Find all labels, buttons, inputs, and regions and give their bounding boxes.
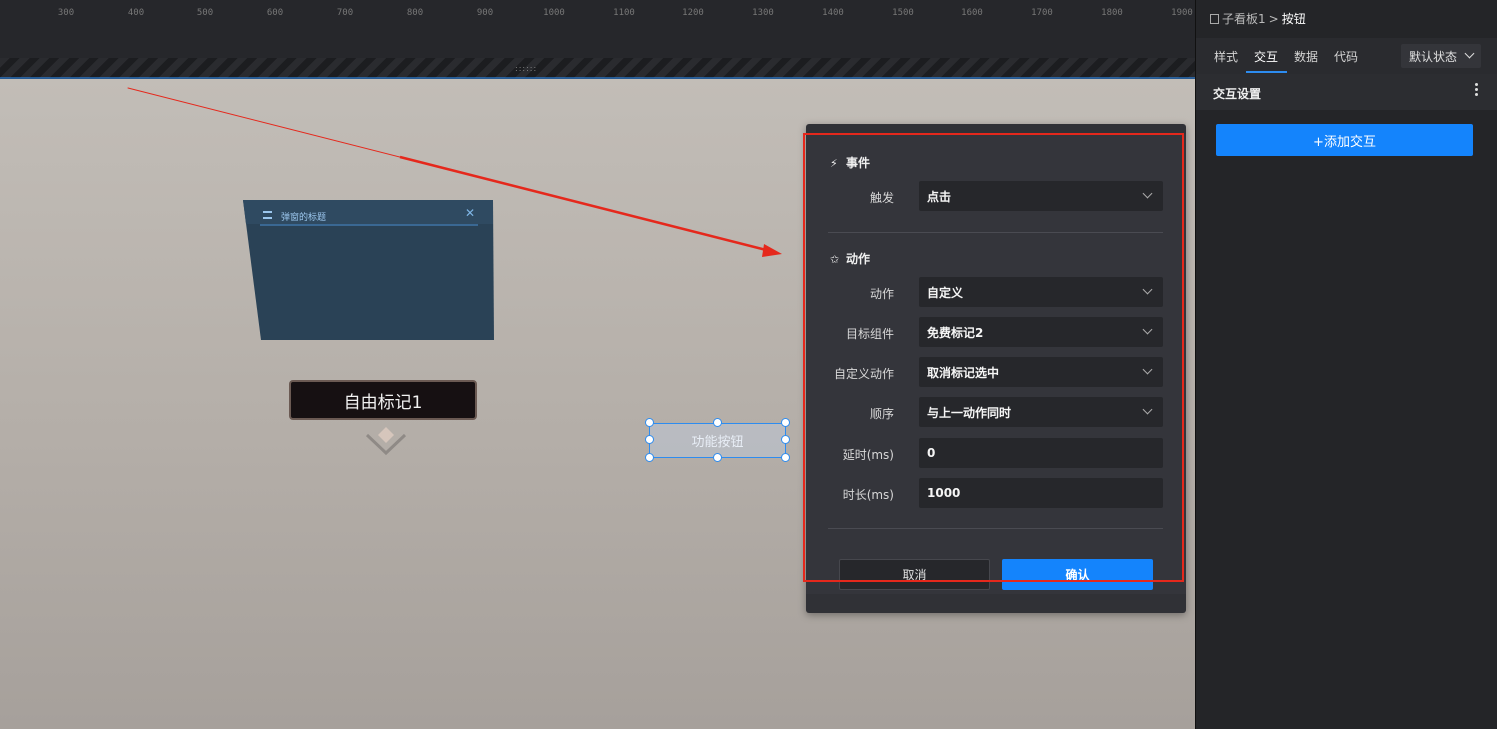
ruler-resize-handle[interactable]: :::::: [515, 65, 537, 73]
resize-handle[interactable] [781, 435, 790, 444]
breadcrumb-current: 按钮 [1281, 12, 1306, 26]
resize-handle[interactable] [645, 418, 654, 427]
action-select[interactable]: 自定义 [919, 277, 1163, 307]
cancel-button[interactable]: 取消 [839, 559, 990, 590]
ruler-tick: 1300 [752, 8, 774, 18]
resize-handle[interactable] [645, 435, 654, 444]
event-section-title: ⚡ 事件 [830, 154, 870, 171]
order-select[interactable]: 与上一动作同时 [919, 397, 1163, 427]
close-icon[interactable]: ✕ [465, 206, 475, 220]
interaction-settings-title: 交互设置 [1213, 87, 1262, 101]
target-value: 免费标记2 [927, 325, 984, 340]
trigger-select[interactable]: 点击 [919, 181, 1163, 211]
breadcrumb-separator: > [1268, 11, 1279, 26]
section-divider [828, 232, 1163, 233]
action-section-label: 动作 [846, 252, 871, 266]
action-section-title: ✩ 动作 [830, 250, 870, 267]
resize-handle[interactable] [645, 453, 654, 462]
chevron-down-icon [365, 427, 407, 456]
resize-handle[interactable] [713, 453, 722, 462]
canvas-ruler: 300 400 500 600 700 800 900 1000 1100 12… [0, 0, 1195, 79]
star-icon: ✩ [830, 253, 840, 266]
action-label: 动作 [869, 287, 894, 301]
active-tab-indicator [1246, 71, 1287, 73]
order-label: 顺序 [869, 407, 894, 421]
function-button-label: 功能按钮 [691, 435, 744, 450]
panel-tabs: 样式 交互 数据 代码 默认状态 [1196, 38, 1497, 74]
free-marker[interactable]: 自由标记1 [289, 380, 477, 420]
delay-input[interactable] [927, 446, 1147, 460]
ruler-stripes [0, 58, 1195, 78]
panel-widget[interactable]: 弹窗的标题 ✕ [243, 200, 495, 341]
duration-label: 时长(ms) [842, 488, 894, 502]
custom-action-label: 自定义动作 [833, 367, 894, 381]
ruler-tick: 600 [266, 8, 284, 18]
tab-code[interactable]: 代码 [1334, 48, 1358, 65]
custom-action-select[interactable]: 取消标记选中 [919, 357, 1163, 387]
ruler-tick: 1200 [682, 8, 704, 18]
chevron-down-icon [1142, 324, 1153, 335]
chevron-down-icon [1142, 364, 1153, 375]
resize-handle[interactable] [781, 418, 790, 427]
ruler-tick: 1800 [1101, 8, 1123, 18]
ruler-ticks: 300 400 500 600 700 800 900 1000 1100 12… [0, 0, 1195, 30]
ruler-tick: 700 [336, 8, 354, 18]
bolt-icon: ⚡ [830, 157, 838, 170]
tab-style[interactable]: 样式 [1214, 48, 1238, 65]
ruler-tick: 1500 [892, 8, 914, 18]
target-select[interactable]: 免费标记2 [919, 317, 1163, 347]
dialog-body: ⚡ 事件 触发 点击 ✩ 动作 动作 自定义 目标组件 免费标记2 自定义动作 取消… [806, 134, 1186, 594]
ruler-tick: 1900 [1171, 8, 1193, 18]
ruler-tick: 400 [127, 8, 145, 18]
ruler-tick: 1700 [1031, 8, 1053, 18]
ruler-tick: 1400 [822, 8, 844, 18]
breadcrumb: 子看板1 > 按钮 [1210, 10, 1306, 27]
action-value: 自定义 [927, 285, 964, 300]
target-label: 目标组件 [845, 327, 894, 341]
chevron-down-icon [1464, 48, 1475, 59]
state-select[interactable]: 默认状态 [1401, 44, 1481, 68]
duration-input[interactable] [927, 486, 1147, 500]
breadcrumb-parent[interactable]: 子看板1 [1222, 10, 1266, 27]
properties-panel: 子看板1 > 按钮 样式 交互 数据 代码 默认状态 交互设置 +添加交互 [1195, 0, 1497, 729]
more-icon[interactable] [1475, 83, 1479, 98]
panel-widget-title: 弹窗的标题 [281, 213, 327, 223]
ruler-tick: 300 [57, 8, 75, 18]
tab-data[interactable]: 数据 [1294, 48, 1318, 65]
ruler-tick: 1100 [613, 8, 635, 18]
resize-handle[interactable] [781, 453, 790, 462]
state-select-value: 默认状态 [1409, 49, 1458, 64]
ruler-tick: 1000 [543, 8, 565, 18]
interaction-settings-header: 交互设置 [1196, 74, 1497, 110]
list-icon [263, 211, 272, 219]
trigger-value: 点击 [927, 189, 952, 204]
event-section-label: 事件 [846, 156, 871, 170]
delay-label: 延时(ms) [842, 448, 894, 462]
chevron-down-icon [1142, 404, 1153, 415]
section-divider [828, 528, 1163, 529]
trigger-label: 触发 [869, 191, 894, 205]
board-icon [1210, 13, 1219, 24]
ruler-tick: 900 [476, 8, 494, 18]
duration-input-wrap [919, 478, 1163, 508]
ruler-tick: 800 [406, 8, 424, 18]
delay-input-wrap [919, 438, 1163, 468]
chevron-down-icon [1142, 188, 1153, 199]
tab-interaction[interactable]: 交互 [1254, 48, 1278, 65]
resize-handle[interactable] [713, 418, 722, 427]
ruler-tick: 1600 [961, 8, 983, 18]
add-interaction-button[interactable]: +添加交互 [1216, 124, 1473, 156]
chevron-down-icon [1142, 284, 1153, 295]
order-value: 与上一动作同时 [927, 405, 1012, 420]
confirm-button[interactable]: 确认 [1002, 559, 1153, 590]
interaction-dialog: ⚡ 事件 触发 点击 ✩ 动作 动作 自定义 目标组件 免费标记2 自定义动作 取消… [806, 124, 1186, 613]
ruler-tick: 500 [196, 8, 214, 18]
custom-action-value: 取消标记选中 [927, 365, 1000, 380]
